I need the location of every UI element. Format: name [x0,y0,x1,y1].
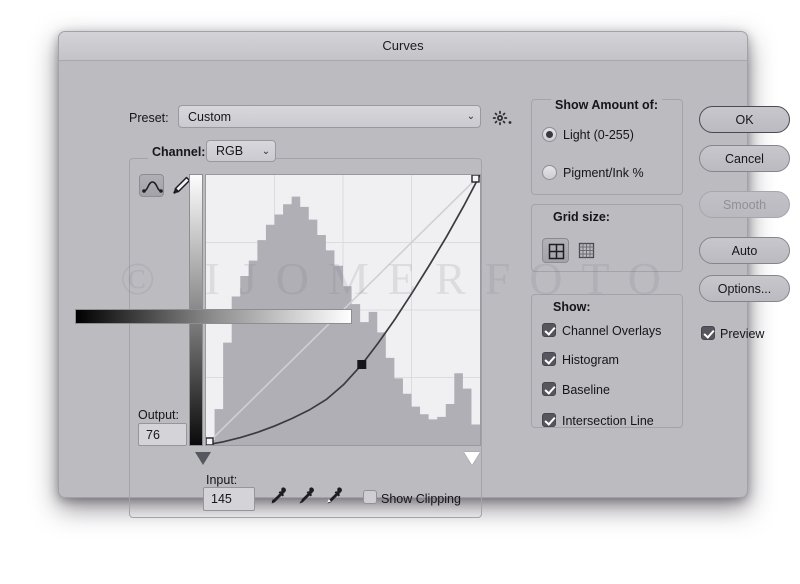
checkbox-baseline[interactable] [542,382,556,396]
auto-button[interactable]: Auto [699,237,790,264]
options-button[interactable]: Options... [699,275,790,302]
preset-dropdown[interactable]: Custom ⌄ [178,105,481,128]
grid-size-4x4-button[interactable] [542,238,569,263]
smooth-button[interactable]: Smooth [699,191,790,218]
radio-pigment-ink-label: Pigment/Ink % [563,166,644,180]
curves-dialog: Curves Preset: Custom ⌄ Channel: RGB ⌄ O… [58,31,790,518]
grid-size-title: Grid size: [549,210,614,224]
preview-label: Preview [720,327,765,341]
channel-dropdown[interactable]: RGB ⌄ [206,140,276,162]
label-baseline: Baseline [562,383,610,397]
curve-point-tool-button[interactable] [139,174,164,197]
dialog-titlebar: Curves [59,32,747,61]
input-input[interactable]: 145 [203,487,255,511]
input-gradient-bar [75,309,352,324]
channel-value: RGB [216,144,244,158]
curve-point-black [206,437,214,445]
show-amount-title: Show Amount of: [551,98,662,112]
black-point-slider[interactable] [195,452,211,465]
black-point-eyedropper-icon[interactable] [268,486,288,508]
grid-size-10x10-button[interactable] [573,238,600,263]
curve-point-tool-icon [142,181,163,193]
label-channel-overlays: Channel Overlays [562,324,662,338]
grid-10x10-icon [578,242,595,259]
output-input[interactable]: 76 [138,423,187,446]
preset-label: Preset: [129,111,169,125]
chevron-down-icon: ⌄ [466,111,476,122]
screenshot-root: Curves Preset: Custom ⌄ Channel: RGB ⌄ O… [0,0,800,584]
checkbox-histogram[interactable] [542,352,556,366]
show-clipping-checkbox[interactable] [363,490,377,504]
show-group-title: Show: [549,300,595,314]
radio-light[interactable] [542,127,557,142]
label-histogram: Histogram [562,353,619,367]
label-intersection-line: Intersection Line [562,414,654,428]
ok-button[interactable]: OK [699,106,790,133]
white-point-eyedropper-icon[interactable] [324,486,344,508]
preset-value: Custom [188,109,232,124]
checkbox-channel-overlays[interactable] [542,323,556,337]
curve-point-mid [357,360,367,369]
chevron-down-icon: ⌄ [261,145,271,157]
channel-label: Channel: [148,145,210,159]
curve-point-white [471,175,480,183]
grid-4x4-icon [548,243,565,260]
gear-icon[interactable] [491,110,513,126]
preview-checkbox[interactable] [701,326,715,340]
radio-light-label: Light (0-255) [563,128,634,142]
white-point-slider[interactable] [464,452,480,465]
cancel-button[interactable]: Cancel [699,145,790,172]
gray-point-eyedropper-icon[interactable] [296,486,316,508]
show-clipping-label: Show Clipping [381,492,461,506]
input-label: Input: [206,473,238,487]
show-amount-group-frame [531,99,683,195]
dialog-title: Curves [382,38,424,53]
output-label: Output: [138,408,179,422]
radio-pigment-ink[interactable] [542,165,557,180]
checkbox-intersection-line[interactable] [542,413,556,427]
